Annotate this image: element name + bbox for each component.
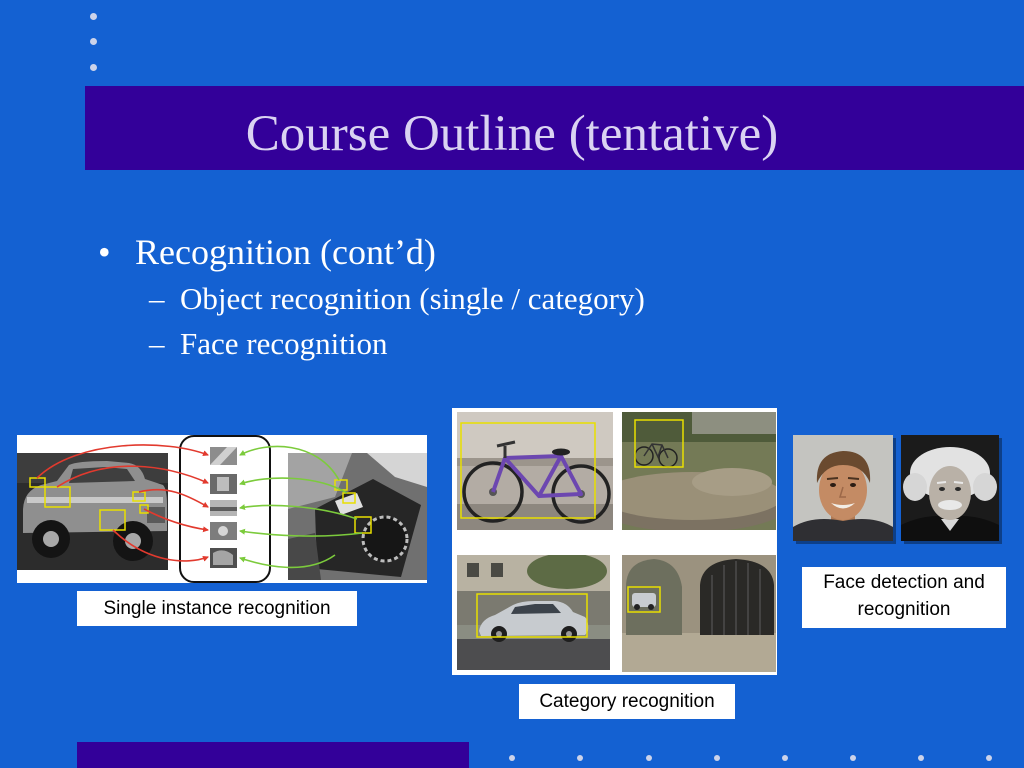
bullet-item-recognition: Recognition (cont’d) xyxy=(135,232,436,272)
face-photo-white-haired-man xyxy=(901,435,999,541)
category-caption: Category recognition xyxy=(519,684,735,719)
sub-bullet-marker: – xyxy=(149,326,165,361)
category-illustration xyxy=(457,412,776,672)
decor-dot xyxy=(90,64,97,71)
bullet-marker: • xyxy=(98,232,111,272)
bicycle-photo-park xyxy=(622,412,776,530)
category-figure xyxy=(452,408,777,675)
sub-bullet-object-recognition: Object recognition (single / category) xyxy=(180,281,645,316)
sub-bullet-face-recognition: Face recognition xyxy=(180,326,388,361)
decor-dot xyxy=(782,755,788,761)
decor-dot xyxy=(90,13,97,20)
decor-dot xyxy=(646,755,652,761)
archway-car-photo xyxy=(622,555,776,672)
decor-dot xyxy=(918,755,924,761)
decor-dot xyxy=(986,755,992,761)
single-instance-figure xyxy=(17,435,427,583)
decor-dot xyxy=(577,755,583,761)
faces-caption: Face detection and recognition xyxy=(802,567,1006,628)
bicycle-photo-street xyxy=(457,412,613,530)
face-photo-smiling-man xyxy=(793,435,893,541)
car-photo-street xyxy=(457,555,610,670)
decor-dot xyxy=(90,38,97,45)
single-instance-caption: Single instance recognition xyxy=(77,591,357,626)
slide-title: Course Outline (tentative) xyxy=(245,106,779,162)
decor-dot xyxy=(850,755,856,761)
decor-dot xyxy=(714,755,720,761)
single-instance-illustration xyxy=(17,435,427,583)
sub-bullet-marker: – xyxy=(149,281,165,316)
bottom-accent-bar xyxy=(77,742,469,768)
decor-dot xyxy=(509,755,515,761)
